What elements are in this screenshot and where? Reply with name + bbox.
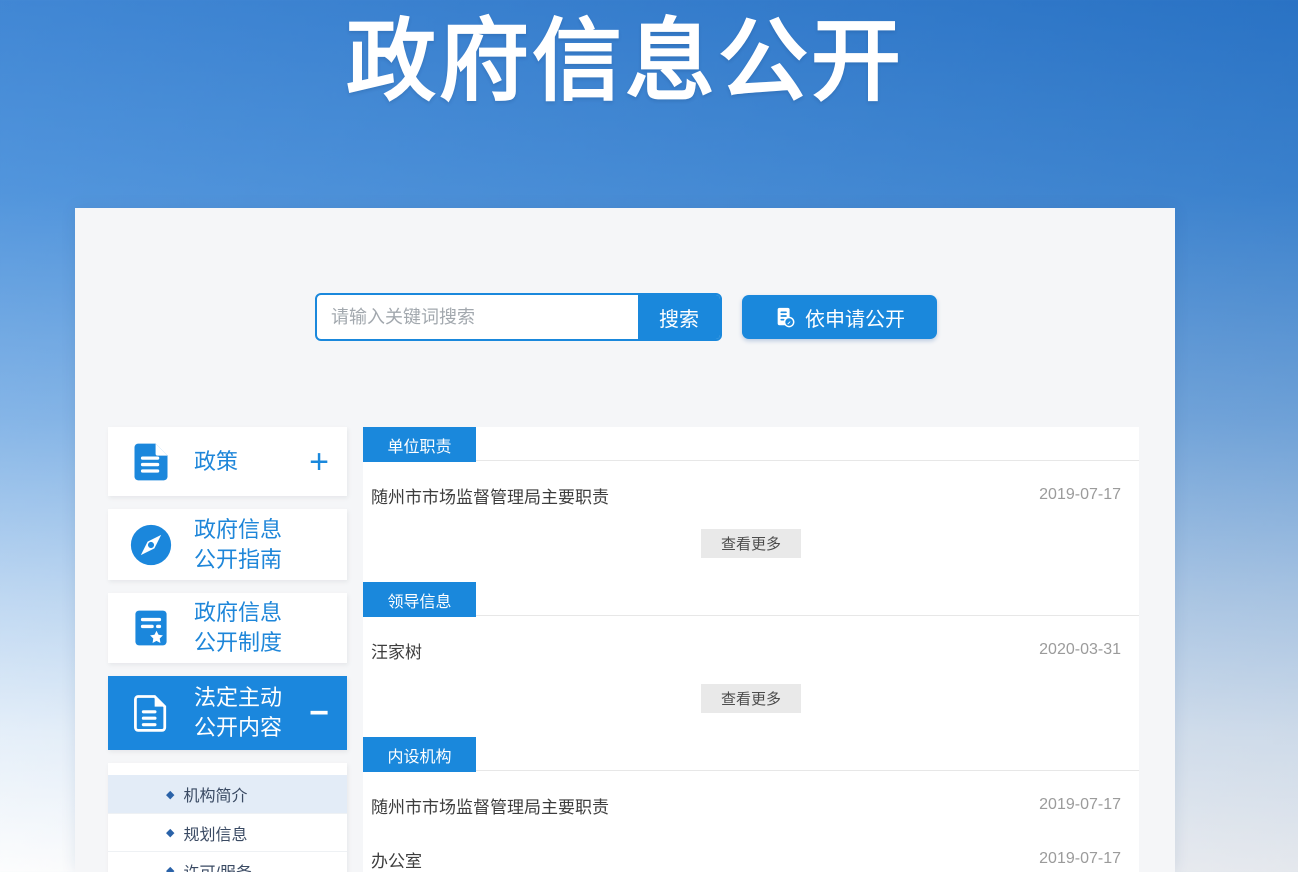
apply-disclosure-label: 依申请公开 (805, 303, 905, 332)
tab-unit-duties[interactable]: 单位职责 (363, 427, 476, 462)
submenu-item-label: 机构简介 (183, 782, 247, 806)
list-item-title[interactable]: 随州市市场监督管理局主要职责 (371, 793, 609, 818)
list-item[interactable]: 随州市市场监督管理局主要职责 2019-07-17 (363, 785, 1139, 825)
document-star-icon (128, 605, 174, 651)
expand-plus-icon[interactable]: + (309, 445, 329, 479)
sidebar-submenu: ◆ 机构简介 ◆ 规划信息 ◆ 许可/服务 (108, 763, 347, 872)
list-item[interactable]: 随州市市场监督管理局主要职责 2019-07-17 (363, 475, 1139, 515)
list-item-date: 2019-07-17 (1039, 486, 1121, 504)
submenu-item-label: 规划信息 (183, 821, 247, 845)
document-outline-icon (128, 690, 174, 736)
list-item-title[interactable]: 随州市市场监督管理局主要职责 (371, 483, 609, 508)
document-icon (128, 439, 174, 485)
list-item-date: 2020-03-31 (1039, 641, 1121, 659)
list-item-title[interactable]: 汪家树 (371, 638, 422, 663)
document-pen-icon (774, 306, 796, 328)
sidebar-item-statutory-disclosure[interactable]: 法定主动 公开内容 − (108, 676, 347, 750)
tab-leader-info[interactable]: 领导信息 (363, 582, 476, 617)
sidebar-item-label: 政策 (194, 447, 238, 477)
collapse-minus-icon[interactable]: − (309, 696, 329, 730)
page-title: 政府信息公开 (75, 8, 1175, 116)
search-box: 搜索 (315, 293, 722, 341)
sidebar-item-policy[interactable]: 政策 + (108, 427, 347, 496)
list-item-title[interactable]: 办公室 (371, 847, 422, 872)
section-internal-org: 内设机构 随州市市场监督管理局主要职责 2019-07-17 办公室 2019-… (363, 737, 1139, 872)
diamond-bullet-icon: ◆ (166, 788, 174, 801)
main-card: 搜索 依申请公开 (75, 208, 1175, 872)
sidebar-item-label: 政府信息 公开制度 (194, 598, 282, 657)
content-area: 单位职责 随州市市场监督管理局主要职责 2019-07-17 查看更多 领导信息… (363, 427, 1139, 872)
diamond-bullet-icon: ◆ (166, 826, 174, 839)
sidebar-item-label: 政府信息 公开指南 (194, 515, 282, 574)
sidebar-item-disclosure-guide[interactable]: 政府信息 公开指南 (108, 509, 347, 580)
submenu-item-license-service[interactable]: ◆ 许可/服务 (108, 851, 347, 872)
view-more-button[interactable]: 查看更多 (701, 684, 801, 713)
sidebar-item-label: 法定主动 公开内容 (194, 683, 282, 742)
sidebar-item-disclosure-system[interactable]: 政府信息 公开制度 (108, 593, 347, 663)
list-item[interactable]: 汪家树 2020-03-31 (363, 630, 1139, 670)
list-item-date: 2019-07-17 (1039, 796, 1121, 814)
submenu-item-label: 许可/服务 (183, 859, 251, 872)
section-tab-row: 内设机构 (363, 737, 1139, 771)
section-leader-info: 领导信息 汪家树 2020-03-31 查看更多 (363, 582, 1139, 713)
submenu-item-org-intro[interactable]: ◆ 机构简介 (108, 775, 347, 813)
list-item[interactable]: 办公室 2019-07-17 (363, 839, 1139, 872)
view-more-button[interactable]: 查看更多 (701, 529, 801, 558)
tab-internal-org[interactable]: 内设机构 (363, 737, 476, 772)
submenu-item-planning-info[interactable]: ◆ 规划信息 (108, 813, 347, 851)
apply-disclosure-button[interactable]: 依申请公开 (742, 295, 937, 339)
diamond-bullet-icon: ◆ (166, 864, 174, 872)
list-item-date: 2019-07-17 (1039, 850, 1121, 868)
more-row: 查看更多 (363, 684, 1139, 713)
search-button[interactable]: 搜索 (638, 295, 720, 339)
section-tab-row: 单位职责 (363, 427, 1139, 461)
sidebar: 政策 + 政府信息 公开指南 (108, 427, 347, 872)
search-input[interactable] (317, 295, 638, 339)
section-unit-duties: 单位职责 随州市市场监督管理局主要职责 2019-07-17 查看更多 (363, 427, 1139, 558)
compass-icon (128, 522, 174, 568)
more-row: 查看更多 (363, 529, 1139, 558)
section-tab-row: 领导信息 (363, 582, 1139, 616)
